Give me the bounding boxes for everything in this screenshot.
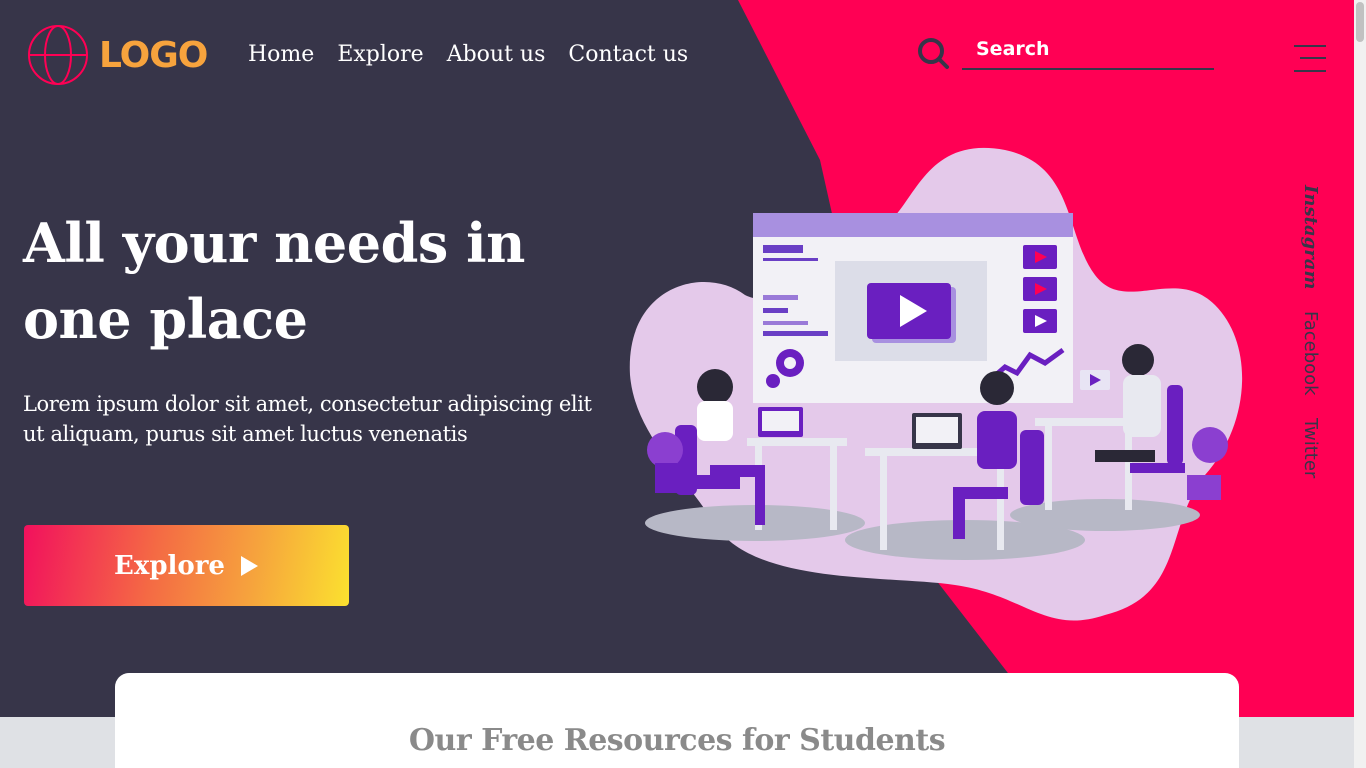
main-nav: Home Explore About us Contact us — [248, 42, 688, 67]
nav-home[interactable]: Home — [248, 42, 314, 67]
logo[interactable]: LOGO — [27, 24, 208, 86]
explore-button-label: Explore — [114, 550, 225, 581]
nav-explore[interactable]: Explore — [337, 42, 423, 67]
logo-text: LOGO — [99, 34, 208, 76]
team-illustration — [629, 147, 1243, 621]
search-bar — [916, 32, 1214, 70]
social-facebook[interactable]: Facebook — [1300, 311, 1321, 396]
social-instagram[interactable]: Instagram — [1300, 185, 1321, 289]
social-links: Instagram Facebook Twitter — [1300, 185, 1321, 478]
hero-subtext: Lorem ipsum dolor sit amet, consectetur … — [23, 392, 592, 446]
resources-card: Our Free Resources for Students — [115, 673, 1239, 768]
search-field — [962, 32, 1214, 70]
resources-title: Our Free Resources for Students — [408, 723, 946, 758]
social-twitter[interactable]: Twitter — [1300, 418, 1321, 478]
nav-contact-us[interactable]: Contact us — [568, 42, 688, 67]
search-icon[interactable] — [916, 36, 950, 70]
play-icon — [240, 555, 258, 576]
scrollbar-thumb[interactable] — [1356, 2, 1364, 42]
hero-headline: All your needs in one place — [23, 211, 525, 351]
page-scrollbar[interactable] — [1354, 0, 1366, 768]
globe-icon — [28, 25, 88, 85]
explore-button[interactable]: Explore — [24, 525, 349, 606]
hamburger-menu-icon[interactable] — [1294, 45, 1326, 73]
search-input[interactable] — [976, 34, 1206, 64]
nav-about-us[interactable]: About us — [447, 42, 546, 67]
hero-section — [0, 0, 1354, 717]
